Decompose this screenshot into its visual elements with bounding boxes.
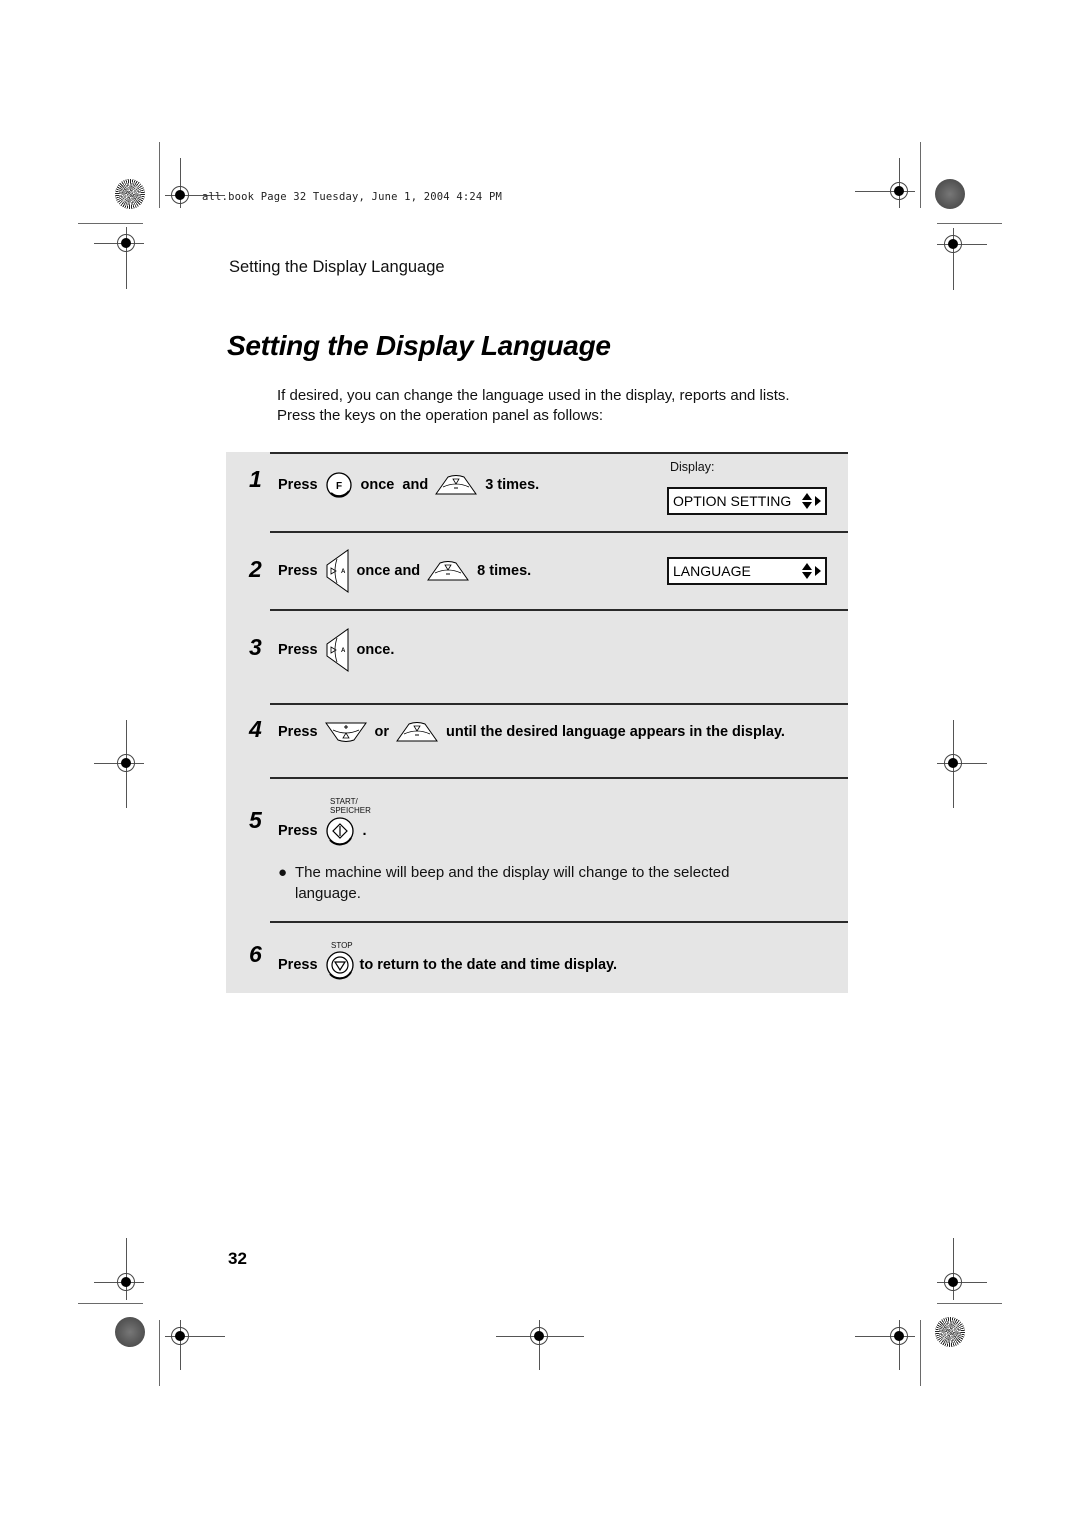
step-number: 3: [249, 634, 262, 660]
crop-line: [937, 223, 1002, 224]
step-text: to return to the date and time display.: [359, 957, 618, 973]
svg-text:F: F: [335, 481, 341, 492]
up-arrow-key-icon: [324, 722, 367, 742]
stop-key-icon: [325, 950, 355, 980]
crop-line: [78, 1303, 143, 1304]
step-text: Press: [278, 563, 318, 579]
intro-line-1: If desired, you can change the language …: [277, 387, 790, 404]
lcd-text: OPTION SETTING: [673, 493, 792, 509]
step-divider: [270, 531, 848, 533]
stop-key-label: STOP: [331, 941, 353, 950]
down-arrow-key-icon: [396, 722, 438, 742]
lcd-display-language: LANGUAGE: [667, 557, 827, 585]
step-divider: [270, 609, 848, 611]
intro-line-2: Press the keys on the operation panel as…: [277, 407, 604, 424]
registration-mark-icon: [171, 1327, 189, 1345]
registration-star-disc: [115, 179, 145, 209]
down-arrow-key-icon: [435, 475, 478, 495]
registration-mark-icon: [944, 1273, 962, 1291]
start-key-icon: [325, 816, 355, 846]
step-number: 4: [249, 716, 262, 742]
lcd-text: LANGUAGE: [673, 563, 751, 579]
crop-line: [937, 1303, 1002, 1304]
step-4-instruction: Press or until the desired language appe…: [278, 722, 785, 742]
step-text: .: [362, 823, 367, 839]
step-text: 8 times.: [477, 563, 532, 579]
right-arrow-key-icon: A: [325, 628, 349, 672]
registration-gray-disc: [115, 1317, 145, 1347]
bullet-text: The machine will beep and the display wi…: [295, 864, 730, 881]
crop-line: [78, 223, 143, 224]
right-arrow-key-icon: A: [325, 549, 349, 593]
step-text: 3 times.: [485, 477, 540, 493]
registration-mark-icon: [171, 186, 189, 204]
up-down-right-arrows-icon: [802, 493, 821, 509]
crop-line: [920, 1320, 921, 1386]
running-head: Setting the Display Language: [229, 258, 445, 276]
page-number: 32: [228, 1249, 247, 1268]
step-6-instruction: Press to return to the date and time dis…: [278, 950, 617, 980]
step-divider: [270, 921, 848, 923]
step-number: 2: [249, 556, 262, 582]
step-divider: [270, 452, 848, 454]
step-2-instruction: Press A once and 8 times.: [278, 549, 531, 593]
print-header: all.book Page 32 Tuesday, June 1, 2004 4…: [202, 191, 502, 203]
registration-mark-icon: [890, 182, 908, 200]
bullet-dot-icon: ●: [278, 864, 288, 881]
registration-mark-icon: [117, 234, 135, 252]
registration-star-disc: [935, 1317, 965, 1347]
registration-gray-disc: [935, 179, 965, 209]
step-text: until the desired language appears in th…: [446, 724, 785, 740]
step-number: 6: [249, 941, 262, 967]
step-text: once and: [360, 477, 429, 493]
step-number: 1: [249, 466, 262, 492]
start-key-label: START/ SPEICHER: [330, 797, 371, 815]
step-text: Press: [278, 957, 318, 973]
display-label: Display:: [670, 460, 715, 474]
svg-text:A: A: [341, 569, 346, 575]
registration-mark-icon: [530, 1327, 548, 1345]
step-divider: [270, 703, 848, 705]
step-text: or: [374, 724, 390, 740]
registration-mark-icon: [890, 1327, 908, 1345]
down-arrow-key-icon: [427, 561, 470, 581]
step-text: Press: [278, 477, 318, 493]
step-3-instruction: Press A once.: [278, 628, 394, 672]
bullet-text-cont: language.: [295, 885, 361, 902]
step-text: Press: [278, 724, 318, 740]
step-1-instruction: Press F once and 3 times.: [278, 471, 539, 499]
step-5-instruction: Press .: [278, 816, 367, 846]
step-number: 5: [249, 807, 262, 833]
step-text: once and: [356, 563, 421, 579]
registration-mark-icon: [944, 235, 962, 253]
page-title: Setting the Display Language: [227, 330, 611, 361]
crop-line: [159, 1320, 160, 1386]
f-key-icon: F: [325, 471, 353, 499]
step-text: Press: [278, 823, 318, 839]
registration-mark-icon: [117, 1273, 135, 1291]
intro-paragraph: If desired, you can change the language …: [277, 386, 790, 426]
step-text: Press: [278, 642, 318, 658]
registration-mark-icon: [117, 754, 135, 772]
step-text: once.: [356, 642, 395, 658]
step-divider: [270, 777, 848, 779]
registration-mark-icon: [944, 754, 962, 772]
svg-text:A: A: [341, 648, 346, 654]
up-down-right-arrows-icon: [802, 563, 821, 579]
lcd-display-option-setting: OPTION SETTING: [667, 487, 827, 515]
crop-line: [159, 142, 160, 208]
crop-line: [920, 142, 921, 208]
